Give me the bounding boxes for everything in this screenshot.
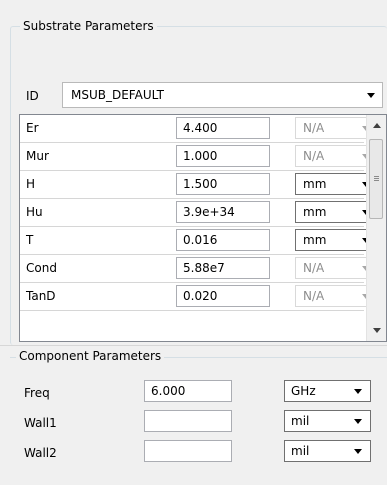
param-unit-text: N/A [303, 121, 325, 135]
param-unit-text: mm [303, 177, 327, 191]
section-divider [0, 345, 387, 346]
param-value-text: 4.400 [183, 121, 218, 135]
param-value-input[interactable]: 1.000 [176, 145, 270, 167]
param-unit-text: mil [291, 414, 310, 428]
substrate-id-value: MSUB_DEFAULT [71, 88, 164, 102]
param-value-input[interactable]: 3.9e+34 [176, 201, 270, 223]
chevron-down-icon [354, 419, 362, 424]
param-value-input[interactable]: 0.016 [176, 229, 270, 251]
chevron-down-icon [367, 93, 375, 98]
component-parameters-title: Component Parameters [16, 349, 165, 363]
substrate-parameters-table[interactable]: Er 4.400 N/A Mur 1.000 N/A H 1.500 mm Hu [19, 114, 387, 342]
param-name: Mur [26, 149, 49, 163]
table-row: Hu 3.9e+34 mm [20, 199, 379, 227]
wall1-unit-dropdown[interactable]: mil [284, 410, 371, 432]
param-name: TanD [26, 289, 56, 303]
param-value-input[interactable]: 0.020 [176, 285, 270, 307]
scrollbar-thumb[interactable] [369, 139, 383, 219]
param-name: Wall2 [24, 446, 57, 460]
param-value-input[interactable]: 4.400 [176, 117, 270, 139]
param-name: Wall1 [24, 416, 57, 430]
wall1-input[interactable] [144, 410, 232, 432]
component-row-wall2: Wall2 mil [0, 438, 387, 468]
vertical-scrollbar[interactable] [366, 115, 386, 341]
table-row: Er 4.400 N/A [20, 115, 379, 143]
param-name: Cond [26, 261, 57, 275]
param-name: H [26, 177, 36, 191]
substrate-parameters-title: Substrate Parameters [20, 19, 157, 33]
param-unit-text: N/A [303, 261, 325, 275]
param-value-text: 1.000 [183, 149, 218, 163]
scroll-up-arrow-icon[interactable] [373, 123, 381, 128]
param-name: Hu [26, 205, 43, 219]
component-row-wall1: Wall1 mil [0, 408, 387, 438]
param-name: Freq [24, 386, 50, 400]
chevron-down-icon [354, 449, 362, 454]
param-value-input[interactable]: 5.88e7 [176, 257, 270, 279]
param-name: T [26, 233, 34, 247]
freq-unit-dropdown[interactable]: GHz [284, 380, 371, 402]
param-value-text: 5.88e7 [183, 261, 225, 275]
scroll-down-arrow-icon[interactable] [373, 328, 381, 333]
param-unit-text: mm [303, 205, 327, 219]
grip-line [374, 180, 379, 181]
param-value-text: 0.016 [183, 233, 218, 247]
param-value-input[interactable]: 1.500 [176, 173, 270, 195]
param-value-text: 6.000 [151, 384, 186, 398]
param-unit-text: mm [303, 233, 327, 247]
chevron-down-icon [354, 389, 362, 394]
table-row: H 1.500 mm [20, 171, 379, 199]
table-row: TanD 0.020 N/A [20, 283, 379, 311]
wall2-unit-dropdown[interactable]: mil [284, 440, 371, 462]
wall2-input[interactable] [144, 440, 232, 462]
table-row: T 0.016 mm [20, 227, 379, 255]
param-unit-text: N/A [303, 149, 325, 163]
param-value-text: 3.9e+34 [183, 205, 235, 219]
substrate-id-dropdown[interactable]: MSUB_DEFAULT [62, 82, 383, 108]
table-row: Cond 5.88e7 N/A [20, 255, 379, 283]
grip-line [374, 176, 379, 177]
param-name: Er [26, 121, 39, 135]
component-row-freq: Freq 6.000 GHz [0, 378, 387, 408]
param-value-text: 0.020 [183, 289, 218, 303]
param-unit-text: N/A [303, 289, 325, 303]
freq-input[interactable]: 6.000 [144, 380, 232, 402]
table-row: Mur 1.000 N/A [20, 143, 379, 171]
grip-line [374, 178, 379, 179]
param-value-text: 1.500 [183, 177, 218, 191]
param-unit-text: GHz [291, 384, 316, 398]
id-label: ID [26, 89, 39, 103]
param-unit-text: mil [291, 444, 310, 458]
